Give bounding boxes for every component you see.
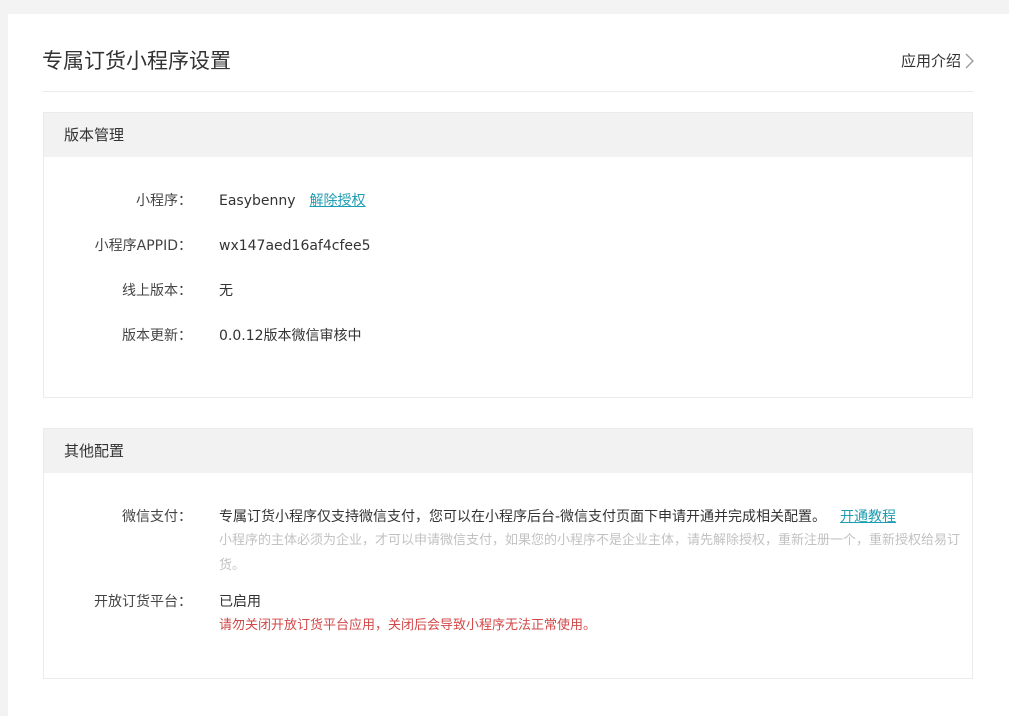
version-update-label: 版本更新： (122, 328, 192, 344)
mini-program-name: Easybenny (219, 193, 296, 209)
chevron-right-icon (965, 53, 974, 69)
page-header: 专属订货小程序设置 应用介绍 (42, 14, 974, 92)
version-management-header: 版本管理 (44, 113, 972, 157)
mini-program-label: 小程序： (136, 193, 192, 209)
settings-page: 专属订货小程序设置 应用介绍 版本管理 小程序： Easybenny 解除授权 小… (8, 14, 1009, 716)
online-version-value: 无 (219, 283, 233, 299)
app-intro-label: 应用介绍 (900, 52, 961, 70)
other-config-header: 其他配置 (44, 429, 972, 473)
app-intro-link[interactable]: 应用介绍 (901, 50, 974, 72)
wechat-pay-content: 专属订货小程序仅支持微信支付，您可以在小程序后台-微信支付页面下申请开通并完成相… (219, 507, 962, 578)
version-update-value: 0.0.12版本微信审核中 (219, 328, 362, 344)
wechat-pay-hint: 小程序的主体必须为企业，才可以申请微信支付，如果您的小程序不是企业主体，请先解除… (219, 533, 961, 573)
appid-label: 小程序APPID： (94, 238, 192, 254)
appid-value: wx147aed16af4cfee5 (219, 238, 371, 254)
mini-program-value-group: Easybenny 解除授权 (219, 191, 962, 211)
wechat-pay-description: 专属订货小程序仅支持微信支付，您可以在小程序后台-微信支付页面下申请开通并完成相… (219, 509, 827, 525)
open-platform-label: 开放订货平台： (94, 594, 192, 610)
online-version-label: 线上版本： (122, 283, 192, 299)
wechat-pay-description-line: 专属订货小程序仅支持微信支付，您可以在小程序后台-微信支付页面下申请开通并完成相… (219, 507, 962, 527)
open-platform-content: 已启用 请勿关闭开放订货平台应用，关闭后会导致小程序无法正常使用。 (219, 592, 962, 636)
revoke-authorization-link[interactable]: 解除授权 (310, 193, 366, 209)
page-title: 专属订货小程序设置 (42, 49, 231, 73)
open-tutorial-link[interactable]: 开通教程 (840, 509, 896, 525)
version-management-card: 版本管理 小程序： Easybenny 解除授权 小程序APPID： wx147a… (43, 112, 973, 398)
other-config-card: 其他配置 微信支付： 专属订货小程序仅支持微信支付，您可以在小程序后台-微信支付… (43, 428, 973, 679)
open-platform-status: 已启用 (219, 594, 261, 610)
open-platform-warning: 请勿关闭开放订货平台应用，关闭后会导致小程序无法正常使用。 (219, 618, 597, 633)
wechat-pay-label: 微信支付： (122, 509, 192, 525)
